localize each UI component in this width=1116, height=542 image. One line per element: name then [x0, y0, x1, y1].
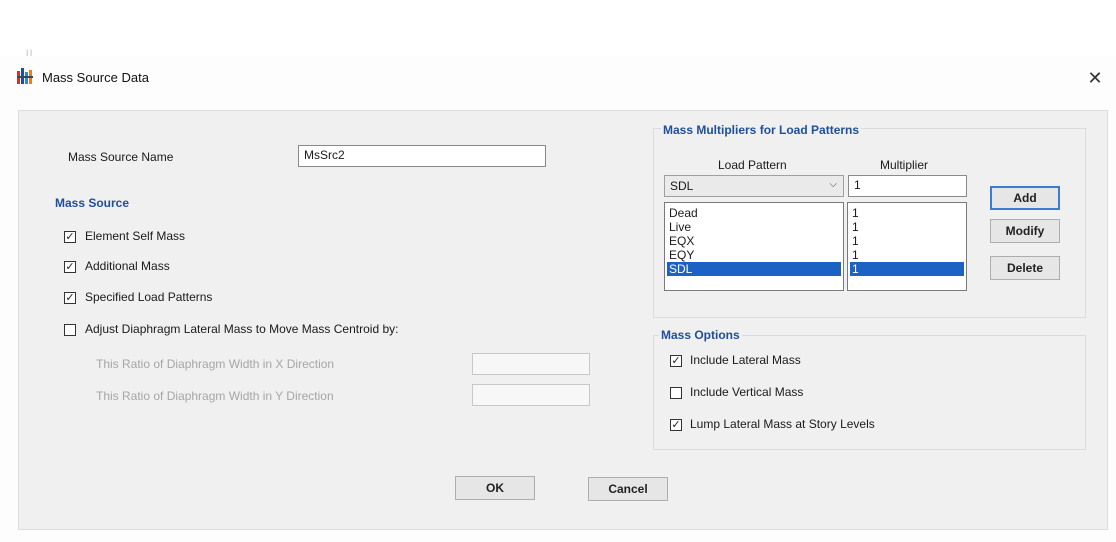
list-item[interactable]: EQY — [667, 248, 841, 262]
ratio-y-input[interactable] — [472, 384, 590, 406]
list-item-selected[interactable]: SDL — [667, 262, 841, 276]
list-item[interactable]: 1 — [850, 220, 964, 234]
ok-button[interactable]: OK — [455, 476, 535, 500]
specified-load-patterns-label[interactable]: Specified Load Patterns — [85, 290, 212, 304]
ratio-x-input[interactable] — [472, 353, 590, 375]
list-item[interactable]: 1 — [850, 234, 964, 248]
delete-button[interactable]: Delete — [990, 256, 1060, 280]
specified-load-patterns-checkbox[interactable]: ✓ — [64, 292, 76, 304]
load-pattern-select-value: SDL — [670, 179, 694, 193]
adjust-diaphragm-mass-label[interactable]: Adjust Diaphragm Lateral Mass to Move Ma… — [85, 322, 398, 336]
window-title: Mass Source Data — [42, 70, 149, 85]
mass-source-name-input[interactable]: MsSrc2 — [298, 145, 546, 167]
include-vertical-mass-label[interactable]: Include Vertical Mass — [690, 385, 803, 399]
app-icon — [17, 68, 33, 84]
additional-mass-checkbox[interactable]: ✓ — [64, 261, 76, 273]
chevron-down-icon[interactable]: ⌵ — [829, 179, 837, 190]
mass-multipliers-title: Mass Multipliers for Load Patterns — [661, 123, 862, 137]
lump-lateral-mass-label[interactable]: Lump Lateral Mass at Story Levels — [690, 417, 875, 431]
modify-button[interactable]: Modify — [990, 219, 1060, 243]
additional-mass-label[interactable]: Additional Mass — [85, 259, 170, 273]
mass-source-name-label: Mass Source Name — [68, 150, 174, 164]
list-item[interactable]: 1 — [850, 248, 964, 262]
include-lateral-mass-checkbox[interactable]: ✓ — [670, 355, 682, 367]
load-pattern-list[interactable]: Dead Live EQX EQY SDL — [664, 202, 844, 291]
lump-lateral-mass-checkbox[interactable]: ✓ — [670, 419, 682, 431]
load-pattern-select[interactable]: SDL ⌵ — [664, 175, 844, 197]
add-button[interactable]: Add — [990, 186, 1060, 210]
multiplier-list[interactable]: 1 1 1 1 1 — [847, 202, 967, 291]
list-item[interactable]: Live — [667, 220, 841, 234]
ratio-y-label: This Ratio of Diaphragm Width in Y Direc… — [96, 389, 334, 403]
multiplier-input[interactable]: 1 — [848, 175, 967, 197]
ratio-x-label: This Ratio of Diaphragm Width in X Direc… — [96, 357, 335, 371]
cancel-button[interactable]: Cancel — [588, 477, 668, 501]
load-pattern-column-header: Load Pattern — [718, 158, 787, 172]
list-item[interactable]: EQX — [667, 234, 841, 248]
list-item[interactable]: Dead — [667, 206, 841, 220]
list-item-selected[interactable]: 1 — [850, 262, 964, 276]
list-item[interactable]: 1 — [850, 206, 964, 220]
include-vertical-mass-checkbox[interactable] — [670, 387, 682, 399]
adjust-diaphragm-mass-checkbox[interactable] — [64, 324, 76, 336]
close-icon[interactable]: ✕ — [1085, 69, 1105, 89]
mass-source-group-title: Mass Source — [55, 196, 130, 210]
element-self-mass-checkbox[interactable]: ✓ — [64, 231, 76, 243]
mass-options-title: Mass Options — [659, 328, 742, 342]
multiplier-column-header: Multiplier — [880, 158, 929, 172]
include-lateral-mass-label[interactable]: Include Lateral Mass — [690, 353, 801, 367]
element-self-mass-label[interactable]: Element Self Mass — [85, 229, 185, 243]
